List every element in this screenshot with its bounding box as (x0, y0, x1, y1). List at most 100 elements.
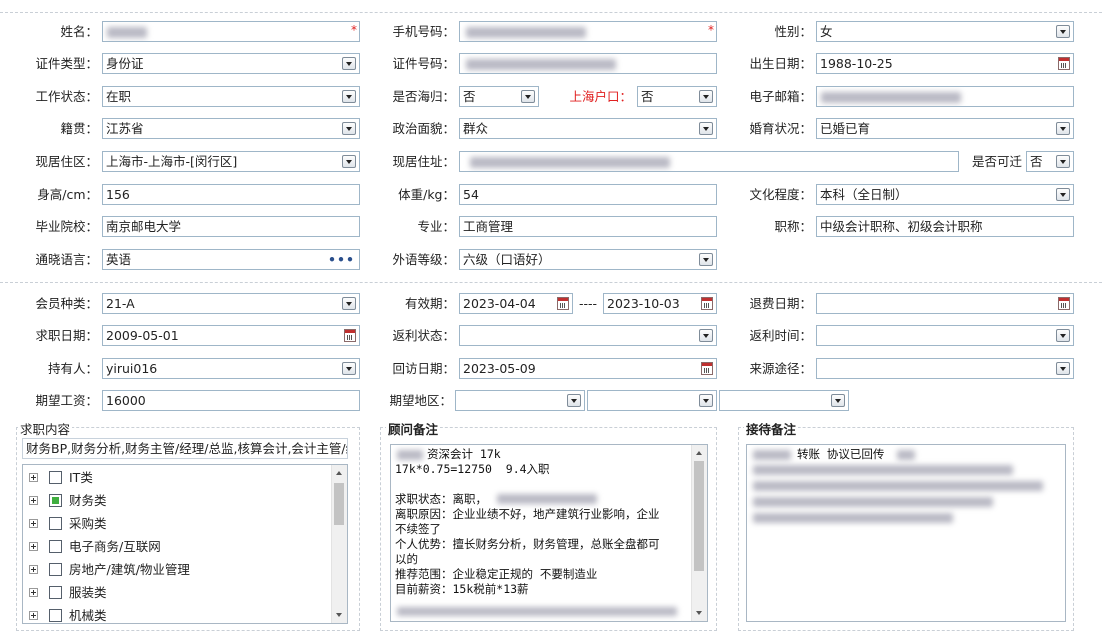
education-select[interactable]: 本科（全日制） (816, 184, 1074, 205)
residence-area-select[interactable]: 上海市-上海市-[闵行区] (102, 151, 360, 172)
email-input[interactable] (816, 86, 1074, 107)
gender-label: 性别： (774, 24, 812, 39)
expand-icon[interactable] (29, 542, 38, 551)
advisor-note-line: 求职状态：离职， (395, 492, 487, 506)
overseas-select[interactable]: 否 (459, 86, 539, 107)
redacted-text (753, 497, 993, 507)
tree-item[interactable]: IT类 (23, 467, 323, 489)
expand-icon[interactable] (29, 473, 38, 482)
weight-label: 体重/kg： (398, 187, 455, 202)
category-checkbox[interactable] (49, 563, 62, 576)
scrollbar[interactable] (331, 465, 347, 623)
calendar-icon[interactable] (1058, 57, 1070, 70)
calendar-icon[interactable] (701, 297, 713, 310)
member-type-label: 会员种类： (35, 296, 98, 311)
region-city-select[interactable] (587, 390, 717, 411)
name-value-redacted (107, 27, 147, 38)
residence-addr-input[interactable] (459, 151, 959, 172)
tree-item[interactable]: 服装类 (23, 582, 323, 604)
holder-select[interactable]: yirui016 (102, 358, 360, 379)
job-title-label: 职称： (774, 219, 812, 234)
advisor-note-line: 17k*0.75=12750 9.4入职 (395, 462, 550, 476)
advisor-notes-textarea[interactable]: 资深会计 17k 17k*0.75=12750 9.4入职 求职状态：离职， 离… (390, 444, 708, 622)
holder-value: yirui016 (106, 361, 158, 376)
residence-addr-label: 现居住址： (392, 154, 455, 169)
language-label: 通晓语言： (35, 252, 98, 267)
marital-select[interactable]: 已婚已育 (816, 118, 1074, 139)
calendar-icon[interactable] (344, 329, 356, 342)
holder-label: 持有人： (47, 361, 98, 376)
valid-to-input[interactable]: 2023-10-03 (603, 293, 717, 314)
scroll-up-icon[interactable] (692, 445, 707, 460)
expand-icon[interactable] (29, 519, 38, 528)
category-checkbox[interactable] (49, 471, 62, 484)
scroll-thumb[interactable] (334, 483, 344, 525)
source-select[interactable] (816, 358, 1074, 379)
id-type-select[interactable]: 身份证 (102, 53, 360, 74)
category-checkbox[interactable] (49, 494, 62, 507)
salary-input[interactable]: 16000 (102, 390, 360, 411)
rebate-status-select[interactable] (459, 325, 717, 346)
scrollbar[interactable] (691, 445, 707, 621)
region-province-select[interactable] (455, 390, 585, 411)
school-input[interactable]: 南京邮电大学 (102, 216, 360, 237)
job-title-input[interactable]: 中级会计职称、初级会计职称 (816, 216, 1074, 237)
job-content-summary[interactable]: 财务BP,财务分析,财务主管/经理/总监,核算会计,会计主管/经 (22, 438, 348, 459)
native-select[interactable]: 江苏省 (102, 118, 360, 139)
valid-from-input[interactable]: 2023-04-04 (459, 293, 573, 314)
advisor-note-line: 资深会计 17k (427, 447, 501, 461)
education-label: 文化程度： (749, 187, 812, 202)
expand-icon[interactable] (29, 496, 38, 505)
weight-input[interactable]: 54 (459, 184, 717, 205)
member-type-select[interactable]: 21-A (102, 293, 360, 314)
shanghai-hukou-select[interactable]: 否 (637, 86, 717, 107)
required-star: * (708, 23, 714, 37)
redacted-text (753, 513, 953, 523)
category-checkbox[interactable] (49, 609, 62, 622)
rebate-time-select[interactable] (816, 325, 1074, 346)
major-input[interactable]: 工商管理 (459, 216, 717, 237)
tree-item[interactable]: 采购类 (23, 513, 323, 535)
scroll-down-icon[interactable] (332, 608, 347, 623)
calendar-icon[interactable] (1058, 297, 1070, 310)
id-number-input[interactable] (459, 53, 717, 74)
advisor-note-line: 个人优势：擅长财务分析，财务管理，总账全盘都可 (395, 537, 660, 551)
job-category-tree[interactable]: IT类 财务类 采购类 电子商务/互联网 房地产/建筑/物业管理服装类机械类 (22, 464, 348, 624)
more-options-icon[interactable]: ••• (328, 250, 355, 269)
calendar-icon[interactable] (557, 297, 569, 310)
height-input[interactable]: 156 (102, 184, 360, 205)
reception-notes-textarea[interactable]: 转账 协议已回传 (746, 444, 1066, 622)
tree-item-label: 服装类 (69, 585, 107, 600)
category-checkbox[interactable] (49, 517, 62, 530)
relocate-select[interactable]: 否 (1026, 151, 1074, 172)
scroll-thumb[interactable] (694, 461, 704, 571)
expand-icon[interactable] (29, 611, 38, 620)
political-select[interactable]: 群众 (459, 118, 717, 139)
section-divider (0, 282, 1102, 283)
gender-select[interactable]: 女 (816, 21, 1074, 42)
expand-icon[interactable] (29, 565, 38, 574)
lang-level-select[interactable]: 六级（口语好） (459, 249, 717, 270)
category-checkbox[interactable] (49, 540, 62, 553)
tree-item[interactable]: 机械类 (23, 605, 323, 623)
tree-item[interactable]: 电子商务/互联网 (23, 536, 323, 558)
scroll-up-icon[interactable] (332, 465, 347, 480)
salary-label: 期望工资： (35, 393, 98, 408)
job-date-input[interactable]: 2009-05-01 (102, 325, 360, 346)
tree-item[interactable]: 财务类 (23, 490, 323, 512)
region-district-select[interactable] (719, 390, 849, 411)
category-checkbox[interactable] (49, 586, 62, 599)
expand-icon[interactable] (29, 588, 38, 597)
scroll-down-icon[interactable] (692, 606, 707, 621)
name-input[interactable]: * (102, 21, 360, 42)
visit-date-input[interactable]: 2023-05-09 (459, 358, 717, 379)
calendar-icon[interactable] (701, 362, 713, 375)
height-label: 身高/cm： (37, 187, 98, 202)
phone-input[interactable]: * (459, 21, 717, 42)
work-status-select[interactable]: 在职 (102, 86, 360, 107)
tree-item[interactable]: 房地产/建筑/物业管理 (23, 559, 323, 581)
language-input[interactable]: 英语 ••• (102, 249, 360, 270)
region-label: 期望地区： (389, 393, 452, 408)
birth-date-input[interactable]: 1988-10-25 (816, 53, 1074, 74)
refund-date-input[interactable] (816, 293, 1074, 314)
